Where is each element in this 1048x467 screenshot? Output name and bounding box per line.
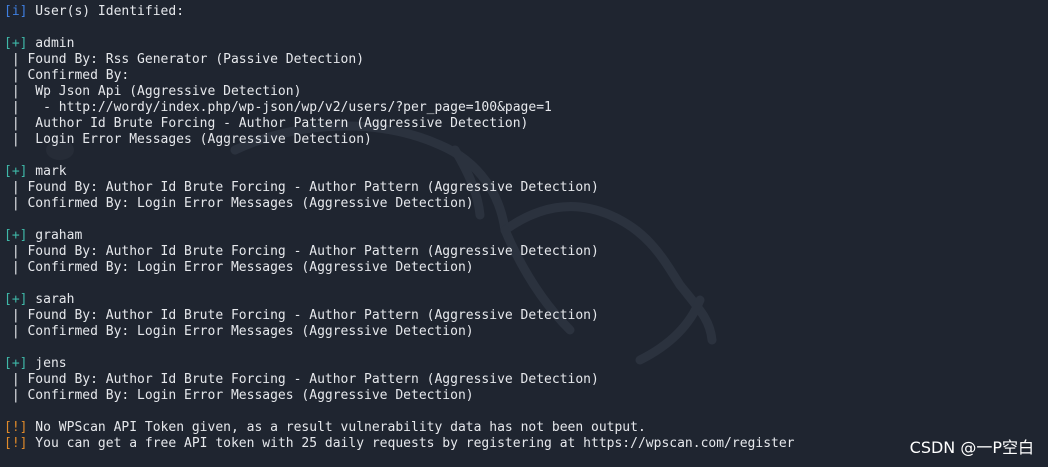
success-tag: [+]: [4, 356, 28, 371]
detail-line: | Author Id Brute Forcing - Author Patte…: [4, 116, 529, 131]
success-tag: [+]: [4, 36, 28, 51]
detail-line: | Found By: Rss Generator (Passive Detec…: [4, 52, 365, 67]
info-tag: [i]: [4, 4, 28, 19]
user-line-admin: [+] admin: [4, 36, 1044, 52]
user-line-graham: [+] graham: [4, 228, 1044, 244]
user-name: graham: [27, 228, 83, 243]
user-name: jens: [27, 356, 67, 371]
terminal-output: [i] User(s) Identified: [+] admin | Foun…: [4, 4, 1044, 452]
warning-tag: [!]: [4, 436, 28, 451]
user-name: sarah: [27, 292, 75, 307]
detail-line: | Wp Json Api (Aggressive Detection): [4, 84, 302, 99]
user-line-jens: [+] jens: [4, 356, 1044, 372]
detail-line: | Confirmed By: Login Error Messages (Ag…: [4, 324, 474, 339]
detail-line: | Confirmed By: Login Error Messages (Ag…: [4, 388, 474, 403]
detail-line: | Confirmed By: Login Error Messages (Ag…: [4, 260, 474, 275]
user-line-sarah: [+] sarah: [4, 292, 1044, 308]
csdn-watermark: CSDN @一P空白: [909, 438, 1034, 457]
detail-line: | Found By: Author Id Brute Forcing - Au…: [4, 244, 599, 259]
header-line: [i] User(s) Identified:: [4, 4, 1044, 20]
detail-line: | Found By: Author Id Brute Forcing - Au…: [4, 308, 599, 323]
detail-line: | Confirmed By: Login Error Messages (Ag…: [4, 196, 474, 211]
header-text: User(s) Identified:: [27, 4, 185, 19]
warning-tag: [!]: [4, 420, 28, 435]
success-tag: [+]: [4, 292, 28, 307]
success-tag: [+]: [4, 164, 28, 179]
detail-line: | Found By: Author Id Brute Forcing - Au…: [4, 180, 599, 195]
detail-line: | Login Error Messages (Aggressive Detec…: [4, 132, 372, 147]
user-line-mark: [+] mark: [4, 164, 1044, 180]
success-tag: [+]: [4, 228, 28, 243]
detail-line: | Confirmed By:: [4, 68, 130, 83]
detail-line: | Found By: Author Id Brute Forcing - Au…: [4, 372, 599, 387]
warning-line: [!] You can get a free API token with 25…: [4, 436, 1044, 452]
detail-line: | - http://wordy/index.php/wp-json/wp/v2…: [4, 100, 552, 115]
warning-text: You can get a free API token with 25 dai…: [27, 436, 795, 451]
warning-text: No WPScan API Token given, as a result v…: [27, 420, 646, 435]
user-name: admin: [27, 36, 75, 51]
user-name: mark: [27, 164, 67, 179]
warning-line: [!] No WPScan API Token given, as a resu…: [4, 420, 1044, 436]
